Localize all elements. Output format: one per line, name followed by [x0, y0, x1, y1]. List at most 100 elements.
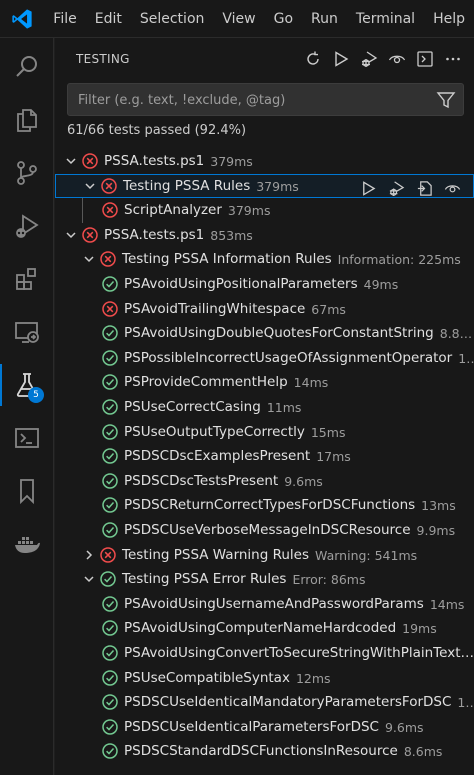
test-duration: Information: 225ms [337, 251, 461, 267]
test-tree-row[interactable]: PSDSCUseIdenticalMandatoryParametersForD… [55, 690, 474, 714]
testing-panel: TESTING 61/66 tests passed (9 [55, 38, 474, 775]
test-tree-row[interactable]: PSDSCUseIdenticalParametersForDSC 9.6ms [55, 715, 474, 739]
chevron-down-icon[interactable] [63, 227, 79, 243]
test-failed-icon [99, 250, 117, 268]
test-tree-row[interactable]: PSPossibleIncorrectUsageOfAssignmentOper… [55, 346, 474, 370]
test-tree-row[interactable]: PSAvoidUsingUsernameAndPasswordParams 14m… [55, 592, 474, 616]
menu-file[interactable]: File [44, 0, 85, 38]
test-tree-row[interactable]: PSDSCStandardDSCFunctionsInResource 8.6ms [55, 739, 474, 763]
remote-explorer-icon[interactable] [0, 307, 54, 357]
test-tree-row[interactable]: ScriptAnalyzer 379ms [55, 198, 474, 222]
test-passed-icon [99, 570, 117, 588]
test-tree-row[interactable]: PSSA.tests.ps1 853ms [55, 223, 474, 247]
more-actions-icon[interactable] [442, 48, 464, 70]
test-tree-row[interactable]: Testing PSSA Information Rules Informatio… [55, 247, 474, 271]
test-tree-row[interactable]: PSAvoidUsingComputerNameHardcoded 19ms [55, 616, 474, 640]
test-passed-icon [101, 496, 119, 514]
test-duration: Error: 86ms [292, 571, 366, 587]
test-passed-icon [101, 669, 119, 687]
test-label: PSAvoidUsingComputerNameHardcoded [124, 620, 397, 636]
test-tree-row[interactable]: Testing PSSA Rules 379ms [55, 174, 474, 198]
menu-terminal[interactable]: Terminal [347, 0, 424, 38]
test-tree-row[interactable]: PSAvoidTrailingWhitespace 67ms [55, 297, 474, 321]
row-actions [357, 177, 463, 197]
test-label: PSDSCStandardDSCFunctionsInResource [124, 743, 398, 759]
explorer-files-icon[interactable] [0, 95, 54, 145]
chevron-right-icon[interactable] [81, 547, 97, 563]
test-duration: 8.8ms [439, 325, 474, 341]
panel-actions [302, 48, 464, 70]
bookmarks-icon[interactable] [0, 466, 54, 516]
watch-test-icon[interactable] [441, 177, 463, 197]
test-label: PSPossibleIncorrectUsageOfAssignmentOper… [124, 350, 453, 366]
chevron-down-icon[interactable] [63, 153, 79, 169]
testing-badge: 5 [28, 387, 44, 403]
test-tree-row[interactable]: PSUseOutputTypeCorrectly 15ms [55, 420, 474, 444]
menu-edit[interactable]: Edit [86, 0, 131, 38]
debug-test-icon[interactable] [385, 177, 407, 197]
test-tree-row[interactable]: PSUseCorrectCasing 11ms [55, 395, 474, 419]
vscode-logo-icon[interactable] [0, 0, 44, 38]
chevron-down-icon[interactable] [81, 251, 97, 267]
test-duration: 14ms [293, 374, 329, 390]
debug-all-tests-icon[interactable] [358, 48, 380, 70]
test-duration: 9.9ms [416, 522, 456, 538]
filter-icon[interactable] [436, 90, 456, 110]
test-tree-row[interactable]: PSDSCUseVerboseMessageInDSCResource 9.9ms [55, 518, 474, 542]
test-duration: 14… [457, 694, 474, 710]
test-passed-icon [101, 275, 119, 293]
test-duration: 379ms [256, 178, 299, 194]
search-icon[interactable] [0, 42, 54, 92]
menu-view[interactable]: View [213, 0, 264, 38]
test-label: PSAvoidTrailingWhitespace [124, 301, 306, 317]
test-tree-row[interactable]: PSSA.tests.ps1 379ms [55, 149, 474, 173]
test-tree-row[interactable]: PSDSCDscTestsPresent 9.6ms [55, 469, 474, 493]
test-failed-icon [99, 546, 117, 564]
test-tree-row[interactable]: PSAvoidUsingDoubleQuotesForConstantStrin… [55, 321, 474, 345]
test-tree-row[interactable]: PSDSCDscExamplesPresent 17ms [55, 444, 474, 468]
test-label: PSUseCompatibleSyntax [124, 670, 290, 686]
test-tree-row[interactable]: PSAvoidUsingPositionalParameters 49ms [55, 272, 474, 296]
test-label: Testing PSSA Information Rules [122, 251, 332, 267]
menu-selection[interactable]: Selection [131, 0, 214, 38]
test-duration: 17ms [316, 448, 351, 464]
watch-eye-icon[interactable] [386, 48, 408, 70]
docker-icon[interactable] [0, 519, 54, 569]
menu-help[interactable]: Help [424, 0, 474, 38]
menu-run[interactable]: Run [302, 0, 347, 38]
test-passed-icon [101, 619, 119, 637]
test-tree-row[interactable]: PSUseCompatibleSyntax 12ms [55, 666, 474, 690]
test-label: PSSA.tests.ps1 [104, 227, 205, 243]
test-filter-input[interactable] [76, 84, 430, 117]
extensions-icon[interactable] [0, 254, 54, 304]
chevron-down-icon[interactable] [82, 178, 98, 194]
test-duration: 11ms [266, 399, 302, 415]
test-passed-icon [101, 423, 119, 441]
menu-go[interactable]: Go [265, 0, 302, 38]
test-tree-row[interactable]: PSDSCReturnCorrectTypesForDSCFunctions 13… [55, 493, 474, 517]
run-test-icon[interactable] [357, 177, 379, 197]
run-and-debug-icon[interactable] [0, 201, 54, 251]
test-label: PSDSCUseIdenticalParametersForDSC [124, 719, 379, 735]
test-label: PSUseOutputTypeCorrectly [124, 424, 305, 440]
test-duration: 14ms [429, 596, 465, 612]
show-output-icon[interactable] [414, 48, 436, 70]
test-tree-row[interactable]: PSAvoidUsingConvertToSecureStringWithPla… [55, 641, 474, 665]
test-tree-row[interactable]: Testing PSSA Error Rules Error: 86ms [55, 567, 474, 591]
test-failed-icon [101, 201, 119, 219]
test-passed-icon [101, 742, 119, 760]
testing-icon[interactable]: 5 [0, 360, 54, 410]
test-duration: 379ms [227, 202, 271, 218]
run-all-tests-icon[interactable] [330, 48, 352, 70]
test-tree-row[interactable]: Testing PSSA Warning Rules Warning: 541ms [55, 543, 474, 567]
source-control-icon[interactable] [0, 148, 54, 198]
panel-header: TESTING [55, 38, 474, 80]
test-label: PSSA.tests.ps1 [104, 153, 205, 169]
refresh-tests-icon[interactable] [302, 48, 324, 70]
chevron-down-icon[interactable] [81, 571, 97, 587]
go-to-test-file-icon[interactable] [413, 177, 435, 197]
test-tree-row[interactable]: PSProvideCommentHelp 14ms [55, 370, 474, 394]
powershell-icon[interactable] [0, 413, 54, 463]
test-duration: 12ms [295, 670, 331, 686]
test-passed-icon [101, 398, 119, 416]
